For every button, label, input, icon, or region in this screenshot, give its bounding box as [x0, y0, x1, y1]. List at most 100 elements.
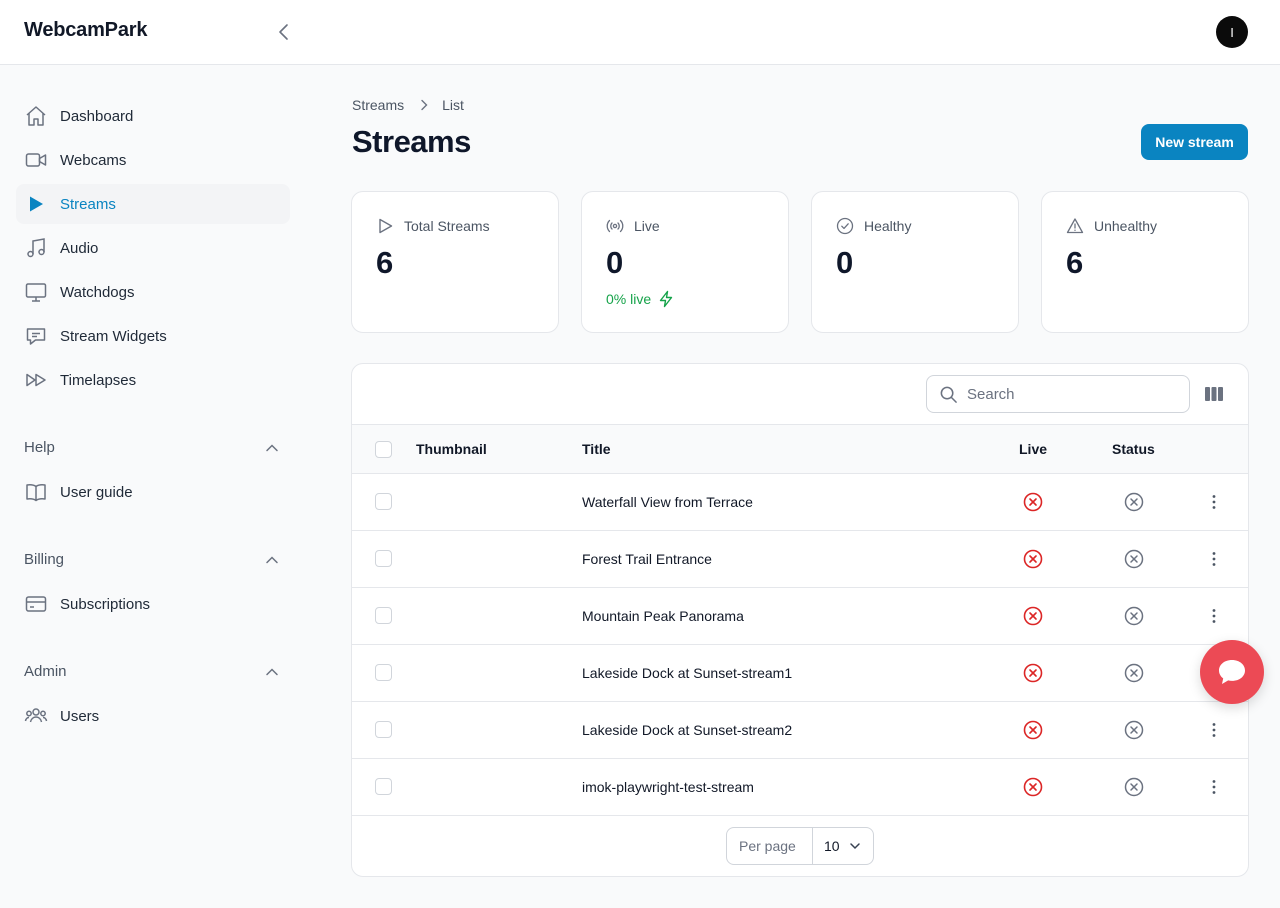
row-actions-menu-icon[interactable]	[1204, 777, 1224, 797]
row-checkbox[interactable]	[375, 550, 392, 567]
stream-title[interactable]: imok-playwright-test-stream	[582, 779, 754, 795]
chevron-up-icon	[266, 444, 278, 452]
column-header-status[interactable]: Status	[1112, 441, 1155, 457]
sidebar-item-label: User guide	[60, 483, 133, 501]
sidebar-item-webcams[interactable]: Webcams	[16, 140, 290, 180]
sidebar-item-timelapses[interactable]: Timelapses	[16, 360, 290, 400]
table-row[interactable]: Lakeside Dock at Sunset-stream2	[352, 702, 1248, 759]
row-checkbox[interactable]	[375, 493, 392, 510]
sidebar-item-label: Dashboard	[60, 107, 134, 125]
chat-bubble-icon	[26, 328, 46, 345]
live-percentage-text: 0% live	[606, 291, 652, 307]
unhealthy-status-icon	[1124, 777, 1144, 797]
breadcrumb-streams-link[interactable]: Streams	[352, 97, 404, 113]
new-stream-button[interactable]: New stream	[1141, 124, 1248, 160]
sidebar-item-user-guide[interactable]: User guide	[16, 472, 290, 512]
unhealthy-status-icon	[1124, 492, 1144, 512]
stat-value: 6	[376, 245, 394, 280]
not-live-icon	[1023, 663, 1043, 683]
stream-title[interactable]: Lakeside Dock at Sunset-stream2	[582, 722, 792, 738]
not-live-icon	[1023, 492, 1043, 512]
row-checkbox[interactable]	[375, 721, 392, 738]
video-camera-icon	[25, 153, 47, 167]
per-page-control: Per page 10	[726, 827, 874, 865]
column-header-title[interactable]: Title	[582, 441, 611, 457]
stat-label: Live	[634, 218, 660, 234]
chevron-up-icon	[266, 668, 278, 676]
search-box[interactable]	[926, 375, 1190, 413]
per-page-value: 10	[824, 838, 840, 854]
stream-title[interactable]: Forest Trail Entrance	[582, 551, 712, 567]
table-row[interactable]: Mountain Peak Panorama	[352, 588, 1248, 645]
sidebar-item-subscriptions[interactable]: Subscriptions	[16, 584, 290, 624]
streams-table-card: Thumbnail Title Live Status Waterfall Vi…	[351, 363, 1249, 877]
columns-toggle-icon[interactable]	[1203, 384, 1225, 404]
sidebar-item-users[interactable]: Users	[16, 696, 290, 736]
chevron-up-icon	[266, 556, 278, 564]
stat-card-total-streams: Total Streams 6	[351, 191, 559, 333]
stat-card-unhealthy: Unhealthy 6	[1041, 191, 1249, 333]
sidebar-item-label: Stream Widgets	[60, 327, 167, 345]
table-row[interactable]: imok-playwright-test-stream	[352, 759, 1248, 816]
sidebar-group-help[interactable]: Help	[16, 430, 290, 466]
chevron-down-icon	[850, 843, 860, 850]
stat-value: 0	[836, 245, 854, 280]
top-bar: WebcamPark I	[0, 0, 1280, 65]
sidebar-item-label: Users	[60, 707, 100, 725]
stat-label: Unhealthy	[1094, 218, 1158, 234]
per-page-label: Per page	[739, 838, 796, 854]
row-actions-menu-icon[interactable]	[1204, 720, 1224, 740]
live-percentage: 0% live	[606, 290, 675, 308]
broadcast-icon	[606, 219, 624, 233]
page-title: Streams	[352, 124, 471, 159]
chevron-right-icon	[421, 99, 428, 111]
music-note-icon	[27, 238, 45, 258]
row-actions-menu-icon[interactable]	[1204, 606, 1224, 626]
select-all-checkbox[interactable]	[375, 441, 392, 458]
brand-logo[interactable]: WebcamPark	[24, 19, 147, 42]
stream-title[interactable]: Mountain Peak Panorama	[582, 608, 744, 624]
sidebar-item-label: Audio	[60, 239, 99, 257]
row-checkbox[interactable]	[375, 607, 392, 624]
row-checkbox[interactable]	[375, 778, 392, 795]
credit-card-icon	[25, 596, 47, 612]
group-label: Admin	[24, 663, 67, 680]
sidebar-item-dashboard[interactable]: Dashboard	[16, 96, 290, 136]
stat-card-live: Live 0 0% live	[581, 191, 789, 333]
table-header: Thumbnail Title Live Status	[352, 424, 1248, 474]
breadcrumb-current: List	[442, 97, 464, 113]
search-input[interactable]	[967, 376, 1181, 412]
per-page-select[interactable]: 10	[813, 828, 873, 864]
stream-title[interactable]: Lakeside Dock at Sunset-stream1	[582, 665, 792, 681]
stream-title[interactable]: Waterfall View from Terrace	[582, 494, 753, 510]
unhealthy-status-icon	[1124, 720, 1144, 740]
column-header-thumbnail[interactable]: Thumbnail	[416, 441, 487, 457]
stat-label: Healthy	[864, 218, 912, 234]
fast-forward-icon	[26, 373, 46, 387]
sidebar-group-admin[interactable]: Admin	[16, 654, 290, 690]
user-avatar[interactable]: I	[1216, 16, 1248, 48]
table-row[interactable]: Lakeside Dock at Sunset-stream1	[352, 645, 1248, 702]
not-live-icon	[1023, 777, 1043, 797]
play-icon	[30, 196, 43, 212]
sidebar-item-label: Webcams	[60, 151, 127, 169]
sidebar-item-audio[interactable]: Audio	[16, 228, 290, 268]
sidebar-item-streams[interactable]: Streams	[16, 184, 290, 224]
stat-value: 6	[1066, 245, 1084, 280]
column-header-live[interactable]: Live	[1019, 441, 1047, 457]
table-row[interactable]: Waterfall View from Terrace	[352, 474, 1248, 531]
users-icon	[24, 708, 48, 723]
row-checkbox[interactable]	[375, 664, 392, 681]
sidebar-item-watchdogs[interactable]: Watchdogs	[16, 272, 290, 312]
sidebar-group-billing[interactable]: Billing	[16, 542, 290, 578]
row-actions-menu-icon[interactable]	[1204, 549, 1224, 569]
stat-card-healthy: Healthy 0	[811, 191, 1019, 333]
monitor-icon	[25, 283, 47, 302]
collapse-sidebar-button[interactable]	[272, 20, 296, 44]
table-row[interactable]: Forest Trail Entrance	[352, 531, 1248, 588]
row-actions-menu-icon[interactable]	[1204, 492, 1224, 512]
play-outline-icon	[379, 218, 393, 234]
not-live-icon	[1023, 606, 1043, 626]
sidebar-item-stream-widgets[interactable]: Stream Widgets	[16, 316, 290, 356]
support-chat-button[interactable]	[1200, 640, 1264, 704]
